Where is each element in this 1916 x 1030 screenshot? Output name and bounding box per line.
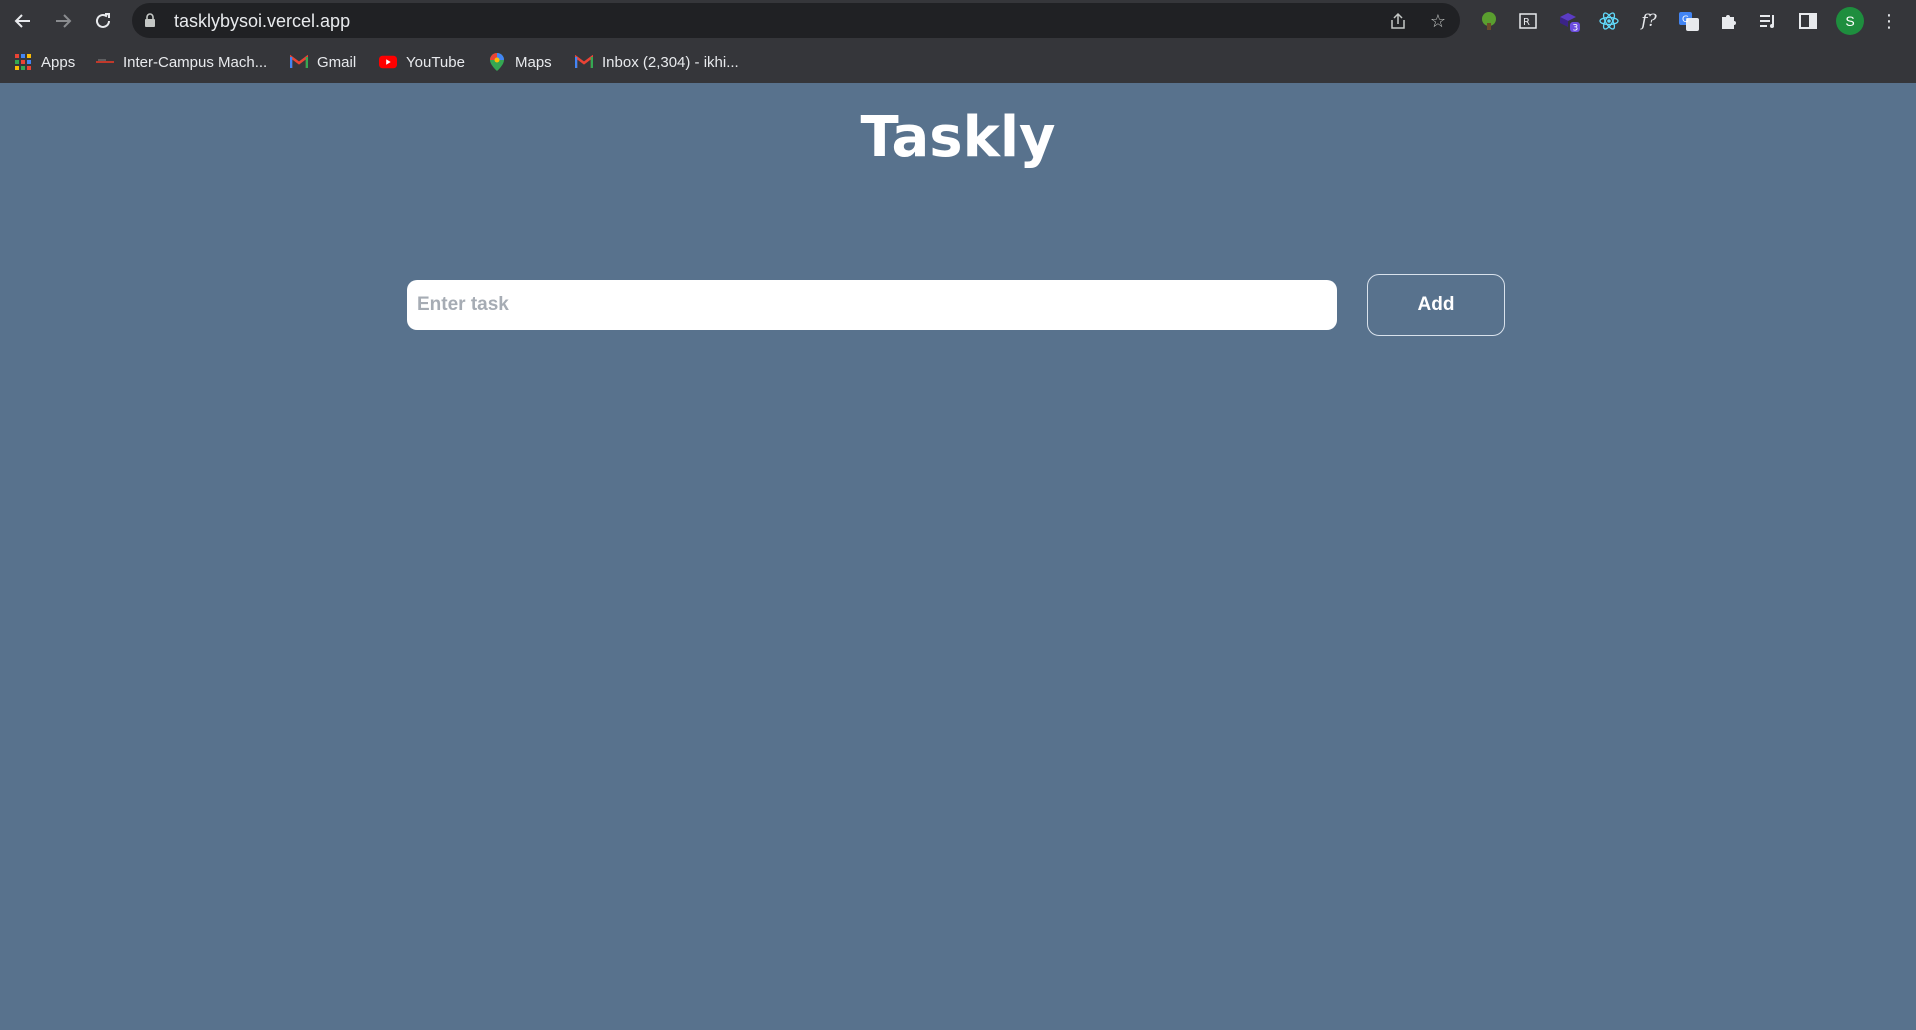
reload-icon[interactable] bbox=[88, 6, 118, 36]
bookmark-label: Maps bbox=[515, 53, 552, 71]
star-icon[interactable]: ☆ bbox=[1426, 9, 1450, 33]
bookmark-inter-campus[interactable]: Inter-Campus Mach... bbox=[96, 51, 267, 73]
grammarly-icon[interactable]: R bbox=[1515, 8, 1541, 34]
bookmark-label: Inter-Campus Mach... bbox=[123, 53, 268, 71]
purple-extension-icon[interactable]: 3 bbox=[1556, 8, 1582, 34]
url-text[interactable]: tasklybysoi.vercel.app bbox=[174, 11, 350, 32]
bookmark-label: YouTube bbox=[406, 53, 465, 71]
chrome-menu-icon[interactable]: ⋮ bbox=[1876, 8, 1902, 34]
svg-text:R: R bbox=[1523, 17, 1530, 28]
page-title: Taskly bbox=[860, 105, 1056, 170]
tree-extension-icon[interactable] bbox=[1476, 8, 1502, 34]
extension-badge-count: 3 bbox=[1573, 24, 1579, 34]
gmail-icon bbox=[290, 53, 308, 71]
maps-pin-icon bbox=[488, 53, 506, 71]
bookmark-gmail[interactable]: Gmail bbox=[290, 51, 356, 73]
profile-initial: S bbox=[1845, 13, 1855, 29]
bookmark-label: Apps bbox=[41, 53, 76, 71]
bookmarks-bar: Apps Inter-Campus Mach... Gmail YouTube … bbox=[0, 41, 1916, 83]
react-devtools-icon[interactable] bbox=[1596, 8, 1622, 34]
translate-icon[interactable]: G bbox=[1676, 8, 1702, 34]
bookmark-maps[interactable]: Maps bbox=[488, 51, 552, 73]
svg-text:G: G bbox=[1682, 15, 1689, 25]
apps-grid-icon bbox=[14, 53, 32, 71]
puzzle-extensions-icon[interactable] bbox=[1716, 8, 1742, 34]
browser-toolbar: tasklybysoi.vercel.app ☆ R 3 f? G S ⋮ bbox=[0, 0, 1916, 41]
forward-arrow-icon[interactable] bbox=[48, 6, 78, 36]
youtube-icon bbox=[379, 53, 397, 71]
task-input[interactable] bbox=[407, 280, 1337, 330]
add-task-button[interactable]: Add bbox=[1367, 274, 1505, 336]
campus-icon bbox=[96, 53, 114, 71]
bookmark-youtube[interactable]: YouTube bbox=[379, 51, 465, 73]
side-panel-icon[interactable] bbox=[1795, 8, 1821, 34]
bookmark-inbox[interactable]: Inbox (2,304) - ikhi... bbox=[575, 51, 739, 73]
share-icon[interactable] bbox=[1386, 9, 1410, 33]
fx-extension-icon[interactable]: f? bbox=[1636, 8, 1662, 34]
bookmark-label: Inbox (2,304) - ikhi... bbox=[602, 53, 739, 71]
reading-list-icon[interactable] bbox=[1755, 8, 1781, 34]
address-bar[interactable]: tasklybysoi.vercel.app ☆ bbox=[132, 3, 1460, 38]
bookmark-apps[interactable]: Apps bbox=[14, 51, 75, 73]
gmail-icon bbox=[575, 53, 593, 71]
bookmark-label: Gmail bbox=[317, 53, 357, 71]
back-arrow-icon[interactable] bbox=[8, 6, 38, 36]
profile-avatar[interactable]: S bbox=[1836, 7, 1864, 35]
lock-icon bbox=[145, 13, 155, 27]
